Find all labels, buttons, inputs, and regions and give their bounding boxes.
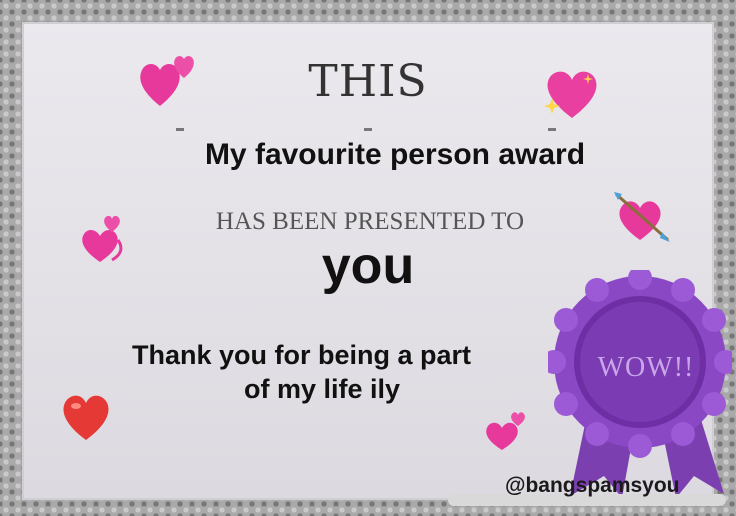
watermark-handle: @bangspamsyou: [505, 474, 680, 497]
rosette-text: WOW!!: [597, 352, 695, 383]
award-title: My favourite person award: [204, 138, 586, 171]
dash-mark: [364, 128, 372, 131]
message-line-1: Thank you for being a part: [132, 340, 472, 370]
dash-mark: [548, 128, 556, 131]
message-line-2: of my life ily: [244, 374, 401, 404]
rosette-icon: [548, 270, 732, 498]
certificate: THIS My favourite person award HAS BEEN …: [0, 0, 736, 516]
heart-with-arrow-icon: [614, 192, 670, 242]
red-heart-icon: [63, 395, 109, 440]
dash-mark: [176, 128, 184, 131]
sparkling-heart-icon: [544, 71, 597, 118]
certificate-heading: THIS: [308, 56, 428, 107]
revolving-hearts-icon: [82, 215, 123, 262]
two-hearts-icon: [140, 56, 194, 106]
revolving-hearts-icon: [486, 412, 525, 450]
thank-you-message: Thank you for being a part of my life il…: [132, 338, 471, 406]
